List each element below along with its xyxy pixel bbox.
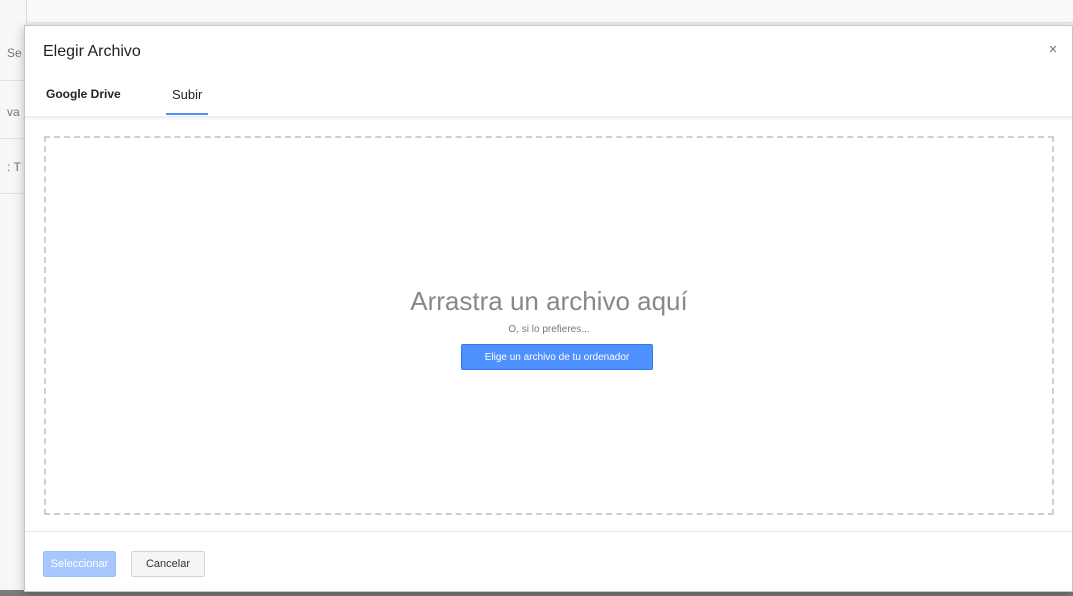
tab-label: Subir [172,87,203,102]
tab-label: Google Drive [46,87,121,101]
select-button[interactable]: Seleccionar [43,551,116,577]
active-tab-indicator [166,113,209,115]
tab-google-drive[interactable]: Google Drive [40,87,127,115]
divider [0,138,26,139]
cancel-button[interactable]: Cancelar [131,551,205,577]
background-left-column: Se va : T [0,0,27,596]
background-toolbar [26,0,1073,23]
dialog-footer: Seleccionar Cancelar [25,531,1072,592]
tab-upload[interactable]: Subir [166,87,209,115]
drop-zone[interactable]: Arrastra un archivo aquí O, si lo prefie… [44,136,1054,515]
close-icon[interactable]: × [1046,41,1060,59]
drop-zone-heading: Arrastra un archivo aquí [410,286,688,316]
file-picker-dialog: Elegir Archivo × Google Drive Subir Arra… [24,25,1073,592]
divider [0,80,26,81]
drop-zone-subtext: O, si lo prefieres... [508,324,590,335]
tab-bar: Google Drive Subir [25,81,1072,117]
divider [0,193,26,194]
tab-bar-shadow [25,116,1072,121]
choose-file-button[interactable]: Elige un archivo de tu ordenador [461,344,653,370]
dialog-title: Elegir Archivo [43,43,141,60]
